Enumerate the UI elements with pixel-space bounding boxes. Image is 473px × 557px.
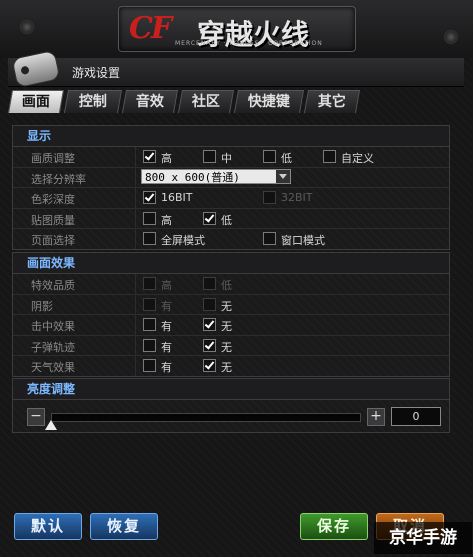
windowed-checkbox[interactable] — [263, 232, 276, 245]
weather-label: 天气效果 — [31, 361, 75, 374]
color-16bit-checkbox[interactable] — [143, 191, 156, 204]
bullet-trail-label: 子弹轨迹 — [31, 340, 75, 354]
window-titlebar: 游戏设置 — [8, 49, 464, 89]
tab-control[interactable]: 控制 — [63, 90, 123, 113]
checkmark-icon — [144, 191, 155, 202]
settings-window: CF 穿越火线 MERCENARY · FORCES · CORPORATION… — [0, 0, 473, 557]
bullet-trail-row: 子弹轨迹 有 无 — [13, 335, 449, 356]
brightness-decrease-button[interactable]: − — [27, 408, 45, 426]
brightness-heading: 亮度调整 — [13, 379, 449, 400]
logo-title: 穿越火线 — [197, 18, 310, 51]
special-low-checkbox[interactable] — [203, 277, 216, 290]
weather-on-checkbox[interactable] — [143, 359, 156, 372]
shadow-label: 阴影 — [31, 299, 53, 313]
tab-sound[interactable]: 音效 — [121, 90, 179, 113]
cf-logo-mark: CF — [129, 11, 172, 46]
texture-high-checkbox[interactable] — [143, 211, 156, 225]
effects-heading: 画面效果 — [13, 253, 449, 274]
shadow-off-checkbox[interactable] — [203, 297, 216, 311]
watermark: 京华手游 — [374, 522, 472, 554]
default-button[interactable]: 默认 — [14, 513, 82, 540]
checkmark-icon — [144, 150, 155, 161]
special-high-checkbox[interactable] — [143, 277, 156, 290]
window-title: 游戏设置 — [72, 66, 121, 80]
special-quality-label: 特效品质 — [31, 279, 75, 292]
shadow-on-checkbox[interactable] — [143, 297, 156, 311]
weather-off-checkbox[interactable] — [203, 359, 216, 372]
quality-low-checkbox[interactable] — [263, 150, 276, 163]
hit-effect-label: 击中效果 — [31, 320, 75, 333]
checkmark-icon — [204, 211, 215, 223]
hit-on-checkbox[interactable] — [143, 318, 156, 331]
bolt-icon — [20, 20, 34, 34]
brightness-track[interactable] — [51, 413, 361, 422]
tab-display[interactable]: 画面 — [7, 90, 65, 113]
tab-hotkeys[interactable]: 快捷键 — [233, 90, 305, 113]
tab-community[interactable]: 社区 — [177, 90, 235, 113]
hit-effect-row: 击中效果 有 无 — [13, 315, 449, 336]
color-depth-label: 色彩深度 — [31, 193, 75, 206]
hit-off-checkbox[interactable] — [203, 318, 216, 331]
display-heading: 显示 — [13, 126, 449, 147]
checkmark-icon — [204, 338, 215, 350]
logo-subtitle: MERCENARY · FORCES · CORPORATION — [175, 40, 323, 47]
resolution-row: 选择分辨率 800 x 600(普通) — [13, 167, 449, 188]
game-logo: CF 穿越火线 MERCENARY · FORCES · CORPORATION — [118, 6, 356, 52]
restore-button[interactable]: 恢复 — [90, 513, 158, 540]
checkmark-icon — [204, 359, 215, 370]
bullet-on-checkbox[interactable] — [143, 338, 156, 352]
color-depth-row: 色彩深度 16BIT 32BIT — [13, 188, 449, 209]
chevron-down-icon[interactable] — [276, 169, 290, 183]
quality-high-checkbox[interactable] — [143, 150, 156, 163]
quality-label: 画质调整 — [31, 152, 75, 165]
brightness-value-field[interactable]: 0 — [391, 407, 441, 426]
brightness-slider-row: − + 0 — [13, 400, 449, 432]
brightness-slider-thumb[interactable] — [45, 420, 57, 430]
resolution-select[interactable]: 800 x 600(普通) — [141, 168, 291, 184]
checkmark-icon — [204, 318, 215, 329]
shadow-row: 阴影 有 无 — [13, 294, 449, 315]
display-section: 显示 画质调整 高 中 低 自定义 选择分辨率 800 x 600(普通) 色彩… — [12, 125, 450, 250]
bullet-off-checkbox[interactable] — [203, 338, 216, 352]
quality-custom-checkbox[interactable] — [323, 150, 336, 163]
texture-low-checkbox[interactable] — [203, 211, 216, 225]
effects-section: 画面效果 特效品质 高 低 阴影 有 无 击中效果 有 无 子弹轨迹 有 无 天… — [12, 252, 450, 377]
header-band: CF 穿越火线 MERCENARY · FORCES · CORPORATION — [0, 0, 473, 58]
special-quality-row: 特效品质 高 低 — [13, 274, 449, 295]
tab-other[interactable]: 其它 — [303, 90, 361, 113]
page-mode-row: 页面选择 全屏模式 窗口模式 — [13, 229, 449, 249]
resolution-label: 选择分辨率 — [31, 172, 86, 186]
quality-mid-checkbox[interactable] — [203, 150, 216, 163]
quality-row: 画质调整 高 中 低 自定义 — [13, 147, 449, 168]
save-button[interactable]: 保存 — [300, 513, 368, 540]
brightness-increase-button[interactable]: + — [367, 408, 385, 426]
brightness-section: 亮度调整 − + 0 — [12, 378, 450, 433]
fullscreen-checkbox[interactable] — [143, 232, 156, 245]
texture-label: 贴图质量 — [31, 213, 75, 227]
texture-row: 贴图质量 高 低 — [13, 208, 449, 229]
bolt-icon — [444, 30, 458, 44]
page-mode-label: 页面选择 — [31, 234, 75, 247]
weather-row: 天气效果 有 无 — [13, 356, 449, 376]
color-32bit-checkbox[interactable] — [263, 191, 276, 204]
